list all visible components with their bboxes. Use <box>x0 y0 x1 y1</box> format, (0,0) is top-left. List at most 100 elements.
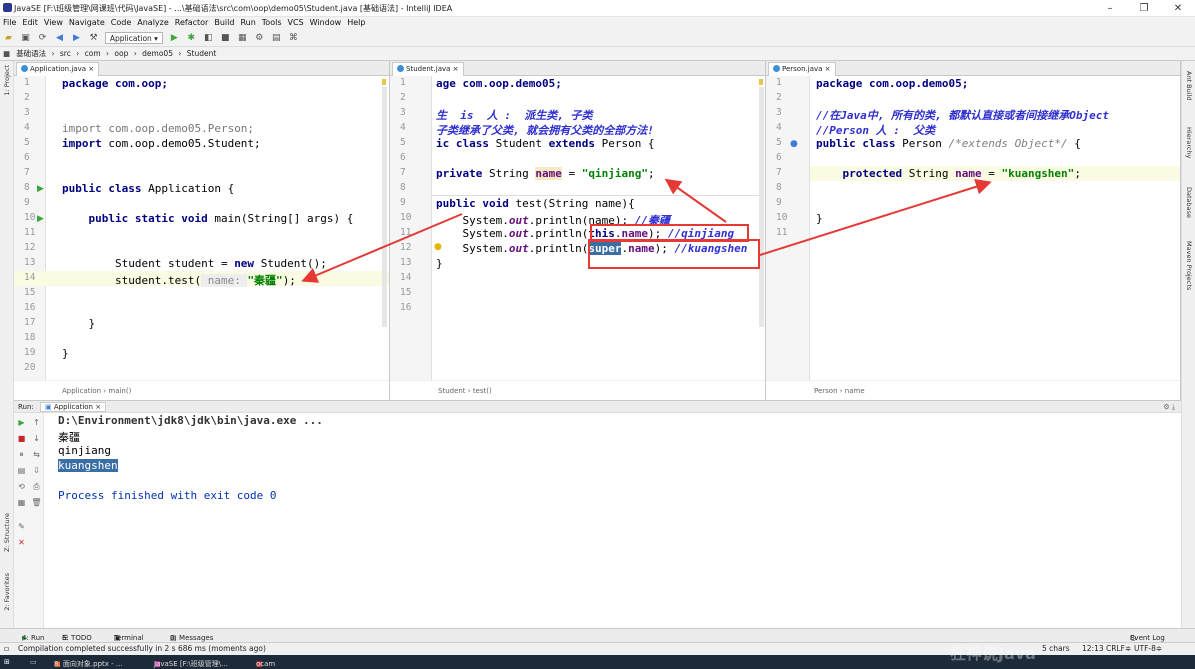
open-folder-icon[interactable]: ▰ <box>2 32 15 45</box>
maven-projects-tool-button[interactable]: Maven Projects <box>1185 241 1193 290</box>
tab-student-java[interactable]: Student.java × <box>392 62 464 76</box>
code-line[interactable]: } <box>62 347 69 360</box>
status-crumb[interactable]: Application <box>62 387 101 395</box>
status-crumb[interactable]: main() <box>108 387 131 395</box>
save-icon[interactable]: ▣ <box>19 32 32 45</box>
sync-icon[interactable]: ⟳ <box>36 32 49 45</box>
code-line[interactable]: public class Person /*extends Object*/ { <box>816 137 1081 150</box>
restore-layout-icon[interactable]: ⟲ <box>16 481 27 492</box>
code-line[interactable]: } <box>62 317 95 330</box>
rerun-icon[interactable]: ▶ <box>16 417 27 428</box>
stop-icon[interactable]: ■ <box>219 32 232 45</box>
forward-icon[interactable]: ▶ <box>70 32 83 45</box>
implemented-gutter-icon[interactable]: ● <box>790 139 798 149</box>
debug-icon[interactable]: ✱ <box>185 32 198 45</box>
soft-wrap-icon[interactable]: ⇆ <box>31 449 42 460</box>
breadcrumb-item[interactable]: com <box>82 47 104 61</box>
build-icon[interactable]: ⚒ <box>87 32 100 45</box>
project-structure-icon[interactable]: ▦ <box>236 32 249 45</box>
ant-build-tool-button[interactable]: Ant Build <box>1185 71 1193 101</box>
code-line[interactable]: Student student = new Student(); <box>62 257 327 270</box>
sdk-icon[interactable]: ▤ <box>270 32 283 45</box>
code-line[interactable]: age com.oop.demo05; <box>436 77 562 90</box>
code-line[interactable]: protected String name = "kuangshen"; <box>816 167 1080 180</box>
scroll-to-end-icon[interactable]: ⇩ <box>31 465 42 476</box>
code-line[interactable]: student.test( name: "秦疆"); <box>62 272 296 288</box>
code-line[interactable]: public void test(String name){ <box>436 197 635 210</box>
tab-application-java[interactable]: Application.java × <box>16 62 100 76</box>
code-line[interactable]: package com.oop.demo05; <box>816 77 968 90</box>
breadcrumb-item[interactable]: src <box>57 47 74 61</box>
editor-scrollbar[interactable] <box>759 87 764 327</box>
run-config-select[interactable]: Application ▾ <box>104 32 163 44</box>
lightbulb-icon[interactable]: ● <box>434 242 442 252</box>
code-line[interactable]: //Person 人 : 父类 <box>816 122 935 138</box>
start-icon[interactable]: ⊞ <box>4 657 10 667</box>
settings-icon[interactable]: ⚙ ⤓ <box>1163 401 1175 413</box>
pause-icon[interactable]: ⏸ <box>16 449 27 460</box>
layout-icon[interactable]: ▦ <box>16 497 27 508</box>
breadcrumb-item[interactable]: Student <box>184 47 220 61</box>
maximize-button[interactable]: ❐ <box>1127 0 1161 17</box>
run-gutter-icon[interactable]: ▶ <box>37 214 44 224</box>
close-icon[interactable]: ✕ <box>16 537 27 548</box>
code-line[interactable]: ic class Student extends Person { <box>436 137 655 150</box>
menu-edit[interactable]: Edit <box>19 17 41 28</box>
code-line[interactable]: package com.oop; <box>62 77 168 90</box>
run-icon[interactable]: ▶ <box>168 32 181 45</box>
project-tool-button[interactable]: 1: Project <box>3 65 11 96</box>
down-arrow-icon[interactable]: ↓ <box>31 433 42 444</box>
file-encoding[interactable]: UTF-8≑ <box>1134 644 1162 653</box>
code-line[interactable]: } <box>816 212 823 225</box>
back-icon[interactable]: ◀ <box>53 32 66 45</box>
menu-build[interactable]: Build <box>211 17 237 28</box>
clear-all-icon[interactable]: 🗑 <box>31 497 42 508</box>
menu-help[interactable]: Help <box>344 17 368 28</box>
caret-position[interactable]: 12:13 <box>1082 644 1104 653</box>
breadcrumb-item[interactable]: demo05 <box>139 47 176 61</box>
run-gutter-icon[interactable]: ▶ <box>37 184 44 194</box>
status-crumb[interactable]: name <box>845 387 865 395</box>
tab-person-java[interactable]: Person.java × <box>768 62 836 76</box>
selection-count[interactable]: 5 chars <box>1042 644 1070 653</box>
status-crumb[interactable]: Person <box>814 387 838 395</box>
breadcrumb-item[interactable]: 基础语法 <box>13 47 49 61</box>
code-line[interactable]: public static void main(String[] args) { <box>62 212 353 225</box>
menu-code[interactable]: Code <box>108 17 134 28</box>
menu-view[interactable]: View <box>41 17 66 28</box>
menu-navigate[interactable]: Navigate <box>66 17 108 28</box>
favorites-tool-button[interactable]: 2: Favorites <box>3 573 11 611</box>
menu-window[interactable]: Window <box>307 17 345 28</box>
code-line[interactable]: } <box>436 257 443 270</box>
code-line[interactable]: 子类继承了父类, 就会拥有父类的全部方法! <box>436 122 654 138</box>
pin-icon[interactable]: ✎ <box>16 521 27 532</box>
code-line[interactable]: public class Application { <box>62 182 234 195</box>
menu-vcs[interactable]: VCS <box>285 17 307 28</box>
status-crumb[interactable]: test() <box>473 387 492 395</box>
hierarchy-tool-button[interactable]: Hierarchy <box>1185 127 1193 158</box>
menu-refactor[interactable]: Refactor <box>172 17 212 28</box>
breadcrumb-item[interactable]: oop <box>111 47 131 61</box>
close-button[interactable]: ✕ <box>1161 0 1195 17</box>
coverage-icon[interactable]: ◧ <box>202 32 215 45</box>
dump-threads-icon[interactable]: ▤ <box>16 465 27 476</box>
structure-tool-button[interactable]: Z: Structure <box>3 513 11 552</box>
settings-icon[interactable]: ⚙ <box>253 32 266 45</box>
code-line[interactable]: //在Java中, 所有的类, 都默认直接或者间接继承Object <box>816 107 1109 123</box>
code-line[interactable]: private String name = "qinjiang"; <box>436 167 655 180</box>
stop-icon[interactable]: ■ <box>16 433 27 444</box>
minimize-button[interactable]: – <box>1093 0 1127 17</box>
up-arrow-icon[interactable]: ↑ <box>31 417 42 428</box>
menu-file[interactable]: File <box>0 17 19 28</box>
print-icon[interactable]: ⎙ <box>31 481 42 492</box>
editor-scrollbar[interactable] <box>382 87 387 327</box>
menu-run[interactable]: Run <box>237 17 258 28</box>
line-separator[interactable]: CRLF≑ <box>1106 644 1131 653</box>
run-tab-application[interactable]: ▣ Application × <box>40 402 107 412</box>
menu-tools[interactable]: Tools <box>259 17 285 28</box>
taskview-icon[interactable]: ▭ <box>30 657 37 667</box>
code-line[interactable]: import com.oop.demo05.Person; <box>62 122 254 135</box>
status-crumb[interactable]: Student <box>438 387 466 395</box>
menu-analyze[interactable]: Analyze <box>134 17 172 28</box>
code-line[interactable]: import com.oop.demo05.Student; <box>62 137 261 150</box>
